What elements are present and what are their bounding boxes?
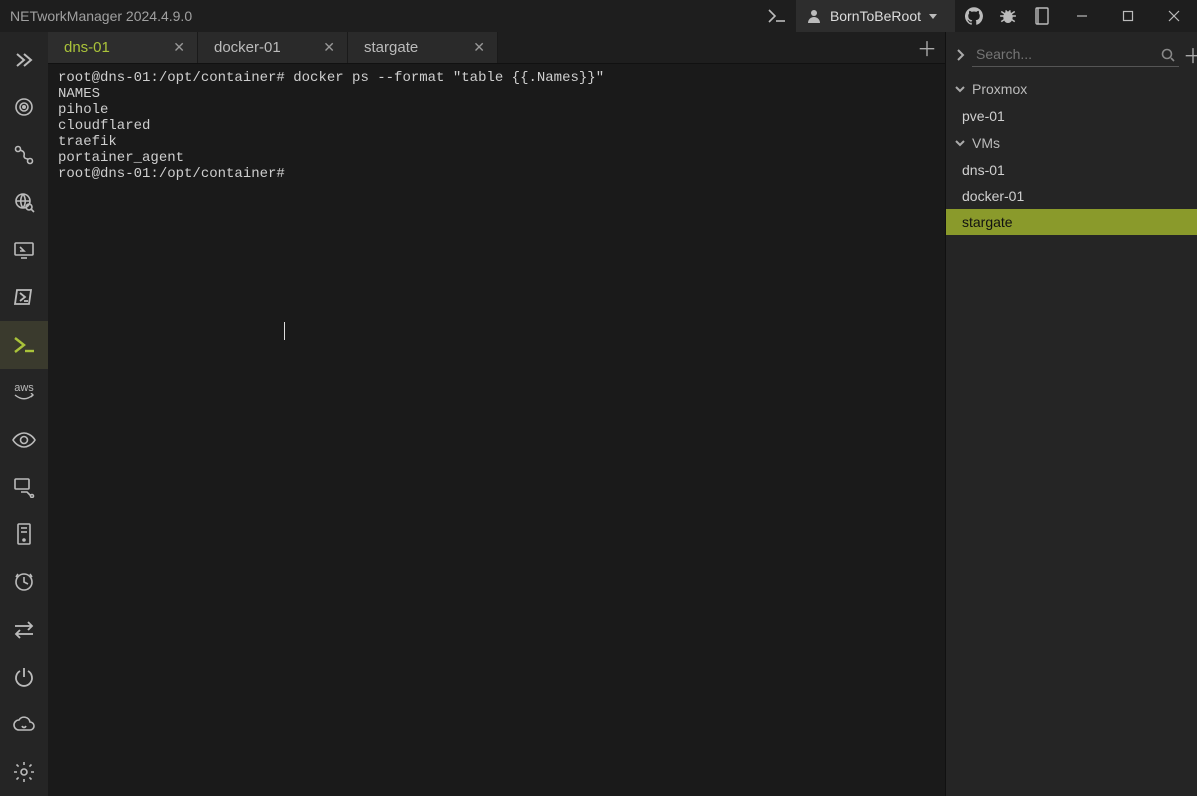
port-forward-icon[interactable]	[0, 464, 48, 512]
expand-menu-button[interactable]	[0, 36, 48, 84]
close-icon[interactable]: ✕	[473, 39, 485, 56]
tabbar: dns-01 ✕ docker-01 ✕ stargate ✕ ＋	[48, 32, 945, 64]
profile-dropdown[interactable]: BornToBeRoot	[796, 0, 955, 32]
terminal-output[interactable]: root@dns-01:/opt/container# docker ps --…	[48, 64, 945, 796]
power-icon[interactable]	[0, 654, 48, 702]
tree-group-label: Proxmox	[972, 81, 1027, 97]
search-input[interactable]	[972, 42, 1179, 67]
terminal-line: traefik	[58, 134, 117, 150]
tree-group-label: VMs	[972, 135, 1000, 151]
github-icon[interactable]	[957, 0, 991, 32]
bug-icon[interactable]	[991, 0, 1025, 32]
app-title: NETworkManager 2024.4.9.0	[10, 8, 192, 24]
terminal-line: pihole	[58, 102, 108, 118]
terminal-line: root@dns-01:/opt/container# docker ps --…	[58, 70, 604, 86]
terminal-icon[interactable]	[0, 321, 48, 369]
tree-group-vms[interactable]: VMs	[946, 129, 1197, 157]
tab-label: stargate	[364, 39, 418, 56]
tab-dns-01[interactable]: dns-01 ✕	[48, 32, 198, 63]
tab-stargate[interactable]: stargate ✕	[348, 32, 498, 63]
globe-search-icon[interactable]	[0, 179, 48, 227]
tree-group-proxmox[interactable]: Proxmox	[946, 75, 1197, 103]
display-icon[interactable]	[0, 226, 48, 274]
target-icon[interactable]	[0, 84, 48, 132]
tree-item-pve-01[interactable]: pve-01	[946, 103, 1197, 129]
terminal-line: root@dns-01:/opt/container#	[58, 166, 285, 182]
tree-item-stargate[interactable]: stargate	[946, 209, 1197, 235]
docs-icon[interactable]	[1025, 0, 1059, 32]
right-panel: ＋ Proxmox pve-01 VMs dns-01 docker-01 st…	[945, 32, 1197, 796]
tree-item-dns-01[interactable]: dns-01	[946, 157, 1197, 183]
maximize-button[interactable]	[1105, 0, 1151, 32]
add-profile-button[interactable]: ＋	[1181, 40, 1197, 69]
eye-icon[interactable]	[0, 416, 48, 464]
terminal-line: portainer_agent	[58, 150, 184, 166]
profile-name: BornToBeRoot	[830, 8, 921, 24]
terminal-line: NAMES	[58, 86, 100, 102]
swap-icon[interactable]	[0, 606, 48, 654]
aws-icon[interactable]: aws	[0, 369, 48, 417]
tree-item-docker-01[interactable]: docker-01	[946, 183, 1197, 209]
powershell-icon[interactable]	[0, 274, 48, 322]
tab-label: dns-01	[64, 39, 110, 56]
close-button[interactable]	[1151, 0, 1197, 32]
run-command-icon[interactable]	[760, 0, 794, 32]
tab-docker-01[interactable]: docker-01 ✕	[198, 32, 348, 63]
route-icon[interactable]	[0, 131, 48, 179]
caret-down-icon	[929, 12, 945, 20]
terminal-line: cloudflared	[58, 118, 150, 134]
titlebar: NETworkManager 2024.4.9.0 BornToBeRoot	[0, 0, 1197, 32]
cloud-icon[interactable]	[0, 701, 48, 749]
close-icon[interactable]: ✕	[323, 39, 335, 56]
minimize-button[interactable]	[1059, 0, 1105, 32]
server-icon[interactable]	[0, 511, 48, 559]
tab-label: docker-01	[214, 39, 281, 56]
close-icon[interactable]: ✕	[173, 39, 185, 56]
collapse-panel-icon[interactable]	[954, 49, 966, 61]
settings-icon[interactable]	[0, 749, 48, 796]
left-toolstrip: aws	[0, 32, 48, 796]
clock-icon[interactable]	[0, 559, 48, 607]
add-tab-button[interactable]: ＋	[909, 32, 945, 63]
text-cursor	[284, 322, 285, 340]
